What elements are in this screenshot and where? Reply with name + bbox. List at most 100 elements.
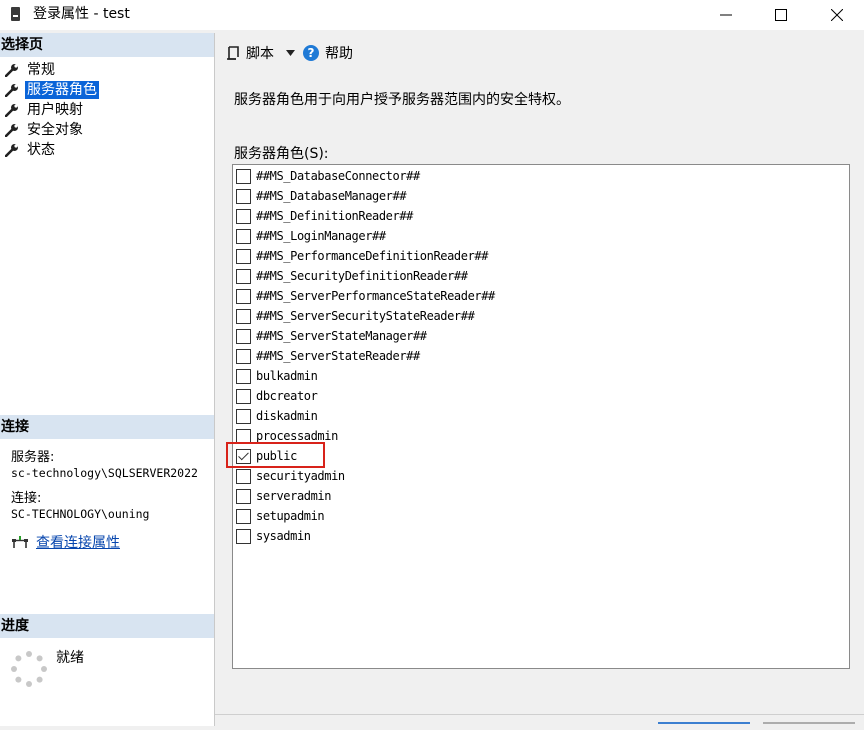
role-name: securityadmin	[256, 469, 345, 483]
role-name: setupadmin	[256, 509, 325, 523]
minimize-button[interactable]	[703, 0, 749, 30]
page-item-label: 常规	[27, 62, 55, 78]
role-row[interactable]: sysadmin	[235, 526, 311, 546]
page-item-label: 用户映射	[27, 102, 83, 118]
role-row[interactable]: bulkadmin	[235, 366, 318, 386]
role-row[interactable]: processadmin	[235, 426, 338, 446]
view-connection-properties-link[interactable]: 查看连接属性	[36, 532, 120, 552]
connection-label: 连接:	[11, 491, 42, 506]
connection-header: 连接	[0, 415, 214, 439]
role-name: ##MS_ServerStateReader##	[256, 349, 420, 363]
checkbox[interactable]	[236, 368, 251, 384]
role-row[interactable]: ##MS_ServerPerformanceStateReader##	[235, 286, 495, 306]
wrench-icon	[5, 84, 18, 97]
role-name: ##MS_PerformanceDefinitionReader##	[256, 249, 489, 263]
script-icon[interactable]	[226, 45, 240, 61]
page-item-user-mapping[interactable]: 用户映射	[5, 100, 99, 120]
view-connection-properties[interactable]: 查看连接属性	[11, 532, 120, 552]
role-name: serveradmin	[256, 489, 332, 503]
ok-button-edge[interactable]	[658, 722, 750, 730]
role-name: diskadmin	[256, 409, 318, 423]
cancel-button-edge[interactable]	[763, 722, 855, 730]
role-row[interactable]: ##MS_LoginManager##	[235, 226, 386, 246]
connection-value: SC-TECHNOLOGY\ouning	[11, 507, 150, 521]
checkbox[interactable]	[236, 488, 251, 504]
footer-divider	[215, 714, 864, 715]
role-row[interactable]: setupadmin	[235, 506, 325, 526]
role-row[interactable]: public	[235, 446, 297, 466]
help-button[interactable]: 帮助	[325, 43, 353, 63]
connection-properties-icon	[12, 536, 28, 548]
role-name: ##MS_ServerSecurityStateReader##	[256, 309, 475, 323]
role-name: ##MS_SecurityDefinitionReader##	[256, 269, 468, 283]
role-row[interactable]: diskadmin	[235, 406, 318, 426]
role-row[interactable]: ##MS_ServerStateReader##	[235, 346, 420, 366]
checkbox-checked[interactable]	[236, 448, 251, 464]
role-row[interactable]: ##MS_DefinitionReader##	[235, 206, 413, 226]
checkbox[interactable]	[236, 168, 251, 184]
role-row[interactable]: ##MS_ServerStateManager##	[235, 326, 427, 346]
role-row[interactable]: dbcreator	[235, 386, 318, 406]
select-page-header: 选择页	[0, 33, 214, 57]
maximize-button[interactable]	[758, 0, 804, 30]
page-item-label: 状态	[27, 142, 55, 158]
role-name: ##MS_ServerPerformanceStateReader##	[256, 289, 495, 303]
checkbox[interactable]	[236, 328, 251, 344]
wrench-icon	[5, 64, 18, 77]
progress-status: 就绪	[56, 650, 84, 666]
progress-header: 进度	[0, 614, 214, 638]
chevron-down-icon[interactable]	[286, 50, 295, 56]
role-row[interactable]: ##MS_PerformanceDefinitionReader##	[235, 246, 488, 266]
toolbar: 脚本 ? 帮助	[226, 42, 353, 64]
server-label: 服务器:	[11, 450, 55, 465]
page-description: 服务器角色用于向用户授予服务器范围内的安全特权。	[234, 92, 570, 108]
role-row[interactable]: ##MS_ServerSecurityStateReader##	[235, 306, 475, 326]
title-bar: 登录属性 - test	[0, 0, 864, 30]
role-row[interactable]: ##MS_DatabaseConnector##	[235, 166, 420, 186]
close-icon	[831, 9, 843, 21]
checkbox[interactable]	[236, 208, 251, 224]
checkbox[interactable]	[236, 348, 251, 364]
checkbox[interactable]	[236, 248, 251, 264]
page-item-label: 服务器角色	[25, 81, 99, 99]
window-title: 登录属性 - test	[33, 6, 130, 22]
role-name: ##MS_DatabaseConnector##	[256, 169, 420, 183]
server-roles-list[interactable]: ##MS_DatabaseConnector## ##MS_DatabaseMan…	[232, 164, 850, 669]
checkbox[interactable]	[236, 428, 251, 444]
page-item-general[interactable]: 常规	[5, 60, 99, 80]
left-pane: 选择页 常规 服务器角色 用户映射 安全对象 状态 连接 服务器: sc-tec…	[0, 33, 215, 726]
wrench-icon	[5, 124, 18, 137]
role-row[interactable]: serveradmin	[235, 486, 331, 506]
checkbox[interactable]	[236, 408, 251, 424]
checkbox[interactable]	[236, 528, 251, 544]
wrench-icon	[5, 104, 18, 117]
role-name: public	[256, 449, 297, 463]
page-item-server-roles[interactable]: 服务器角色	[5, 80, 99, 100]
checkbox[interactable]	[236, 288, 251, 304]
page-item-status[interactable]: 状态	[5, 140, 99, 160]
role-row[interactable]: ##MS_DatabaseManager##	[235, 186, 407, 206]
script-button[interactable]: 脚本	[246, 43, 274, 63]
role-name: ##MS_ServerStateManager##	[256, 329, 427, 343]
checkbox[interactable]	[236, 188, 251, 204]
server-roles-label: 服务器角色(S):	[234, 146, 329, 162]
spinner-icon	[11, 651, 47, 687]
wrench-icon	[5, 144, 18, 157]
role-name: dbcreator	[256, 389, 318, 403]
checkbox[interactable]	[236, 468, 251, 484]
checkbox[interactable]	[236, 308, 251, 324]
role-name: processadmin	[256, 429, 338, 443]
checkbox[interactable]	[236, 228, 251, 244]
minimize-icon	[720, 14, 732, 16]
checkbox[interactable]	[236, 388, 251, 404]
checkbox[interactable]	[236, 508, 251, 524]
checkbox[interactable]	[236, 268, 251, 284]
help-icon[interactable]: ?	[303, 45, 319, 61]
maximize-icon	[775, 9, 787, 21]
page-item-securables[interactable]: 安全对象	[5, 120, 99, 140]
role-row[interactable]: securityadmin	[235, 466, 345, 486]
close-button[interactable]	[814, 0, 860, 30]
server-value: sc-technology\SQLSERVER2022	[11, 466, 198, 480]
app-icon	[11, 7, 20, 21]
role-row[interactable]: ##MS_SecurityDefinitionReader##	[235, 266, 468, 286]
